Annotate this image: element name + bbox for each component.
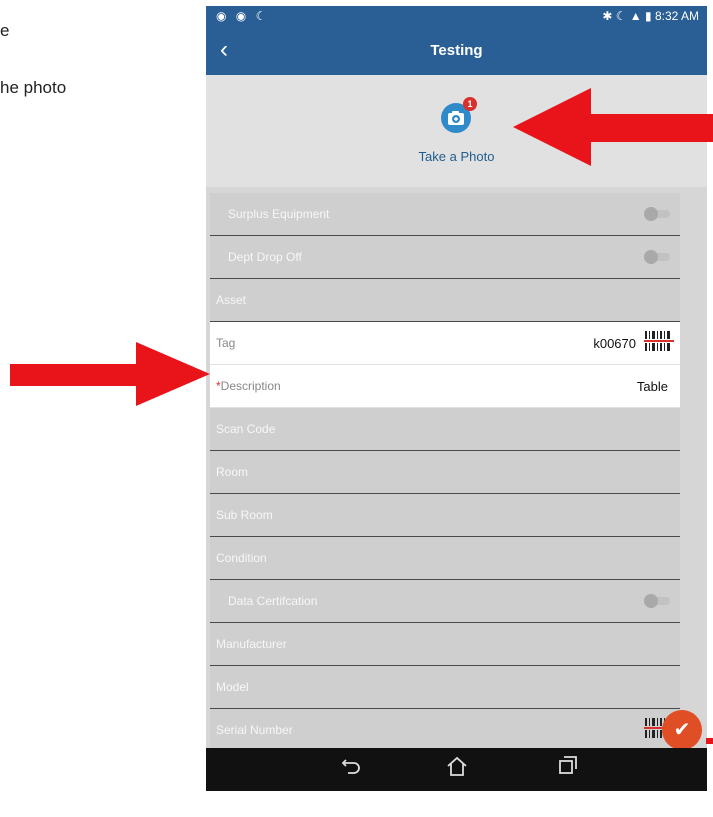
field-row-surplus-equipment[interactable]: Surplus Equipment xyxy=(210,193,680,236)
toggle-knob xyxy=(644,594,658,608)
field-row-asset[interactable]: Asset xyxy=(210,279,680,322)
nav-recents-button[interactable] xyxy=(553,754,583,784)
field-label: Tag xyxy=(216,336,235,350)
field-label: Scan Code xyxy=(216,422,275,436)
arrow-pointing-to-description xyxy=(10,342,210,406)
status-bar: ◉ ◉ ☾ ✱ ☾ ▲ ▮ 8:32 AM xyxy=(206,6,707,28)
field-label-text: Dept Drop Off xyxy=(228,250,302,264)
field-label: Condition xyxy=(216,551,267,565)
field-label-text: Description xyxy=(220,379,281,393)
field-label: Data Certifcation xyxy=(228,594,317,608)
field-label-text: Serial Number xyxy=(216,723,293,737)
field-row-description[interactable]: *Description Table xyxy=(210,365,680,408)
field-row-data-certifcation[interactable]: Data Certifcation xyxy=(210,580,680,623)
field-label-text: Data Certifcation xyxy=(228,594,318,608)
back-arrow-icon xyxy=(341,759,360,774)
field-label: Manufacturer xyxy=(216,637,287,651)
toggle-knob xyxy=(644,207,658,221)
toggle-switch[interactable] xyxy=(644,250,670,264)
status-time: 8:32 AM xyxy=(654,9,699,23)
photo-count-badge: 1 xyxy=(463,97,477,111)
asset-form: Surplus Equipment Dept Drop Off Asset Tag k0… xyxy=(210,193,680,791)
document-text-line-2: he photo xyxy=(0,78,67,97)
document-text-line-1: e xyxy=(0,21,10,40)
field-label: Dept Drop Off xyxy=(228,250,302,264)
field-label: Sub Room xyxy=(216,508,273,522)
arrow-pointing-to-save xyxy=(706,738,713,744)
field-label: Room xyxy=(216,465,248,479)
field-label-text: Tag xyxy=(216,336,236,350)
status-right: ✱ ☾ ▲ ▮ 8:32 AM xyxy=(602,9,699,23)
field-row-dept-drop-off[interactable]: Dept Drop Off xyxy=(210,236,680,279)
nav-back-button[interactable] xyxy=(336,754,366,784)
check-icon: ✔ xyxy=(673,719,691,741)
field-label-text: Manufacturer xyxy=(216,637,287,651)
recents-icon xyxy=(559,756,577,774)
take-photo-button[interactable]: 1 xyxy=(441,97,477,133)
field-value[interactable]: Table xyxy=(637,379,668,394)
field-label-text: Scan Code xyxy=(216,422,276,436)
field-row-condition[interactable]: Condition xyxy=(210,537,680,580)
field-row-room[interactable]: Room xyxy=(210,451,680,494)
field-label: *Description xyxy=(216,379,281,393)
field-value[interactable]: k00670 xyxy=(593,336,636,351)
field-label-text: Sub Room xyxy=(216,508,273,522)
home-icon xyxy=(447,756,467,776)
page-title: Testing xyxy=(430,42,483,59)
app-bar: ‹ Testing xyxy=(206,28,707,75)
field-label-text: Room xyxy=(216,465,249,479)
field-label-text: Model xyxy=(216,680,249,694)
toggle-knob xyxy=(644,250,658,264)
field-row-sub-room[interactable]: Sub Room xyxy=(210,494,680,537)
field-row-model[interactable]: Model xyxy=(210,666,680,709)
field-label: Surplus Equipment xyxy=(228,207,329,221)
status-icons: ✱ ☾ ▲ ▮ xyxy=(602,9,652,23)
field-label-text: Surplus Equipment xyxy=(228,207,330,221)
field-label-text: Condition xyxy=(216,551,267,565)
field-label: Model xyxy=(216,680,249,694)
status-left-icons: ◉ ◉ ☾ xyxy=(216,9,270,23)
field-row-manufacturer[interactable]: Manufacturer xyxy=(210,623,680,666)
save-fab-button[interactable]: ✔ xyxy=(662,710,702,750)
android-nav-bar xyxy=(206,748,707,791)
arrow-pointing-to-photo xyxy=(513,88,713,166)
field-row-serial-number[interactable]: Serial Number xyxy=(210,709,680,752)
nav-home-button[interactable] xyxy=(442,754,472,784)
field-label-text: Asset xyxy=(216,293,247,307)
field-label: Asset xyxy=(216,293,246,307)
toggle-switch[interactable] xyxy=(644,594,670,608)
field-row-scan-code[interactable]: Scan Code xyxy=(210,408,680,451)
barcode-scan-icon[interactable] xyxy=(644,329,674,353)
toggle-switch[interactable] xyxy=(644,207,670,221)
field-row-tag[interactable]: Tag k00670 xyxy=(210,322,680,365)
field-label: Serial Number xyxy=(216,723,293,737)
